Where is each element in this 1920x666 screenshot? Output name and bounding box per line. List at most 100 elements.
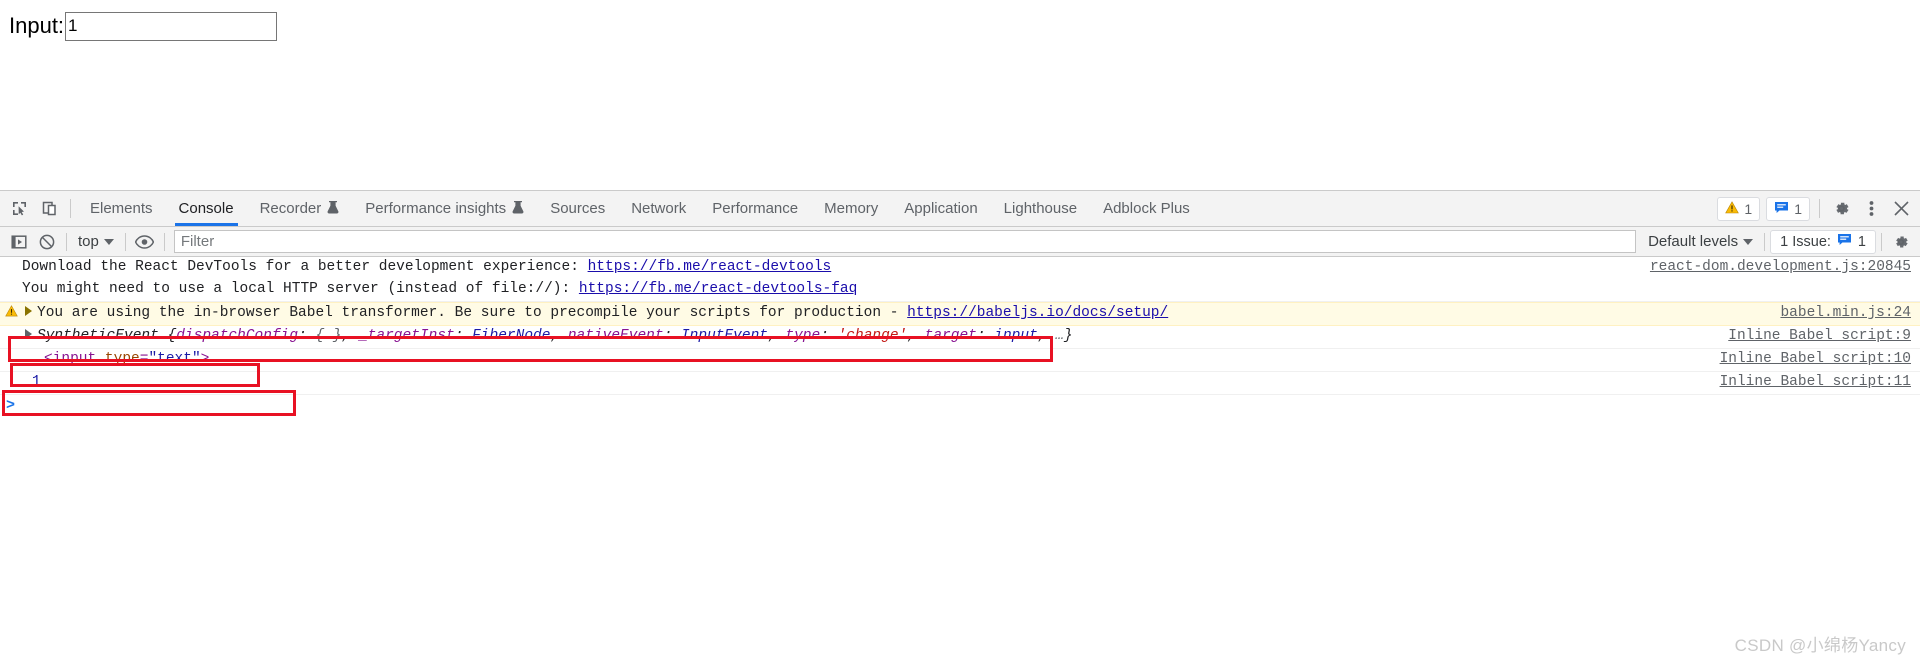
console-message-list[interactable]: Download the React DevTools for a better… — [0, 257, 1920, 664]
console-sidebar-icon[interactable] — [5, 229, 33, 255]
tab-recorder[interactable]: Recorder — [247, 191, 353, 226]
experiment-flask-icon — [512, 200, 524, 218]
console-message-local-http-server[interactable]: You might need to use a local HTTP serve… — [0, 279, 1920, 302]
tab-elements[interactable]: Elements — [77, 191, 166, 226]
info-message-icon — [1774, 201, 1789, 217]
tab-label: Adblock Plus — [1103, 200, 1190, 217]
tabbar-spacer — [1203, 191, 1715, 226]
console-message-react-devtools[interactable]: Download the React DevTools for a better… — [0, 257, 1920, 279]
logged-value: 1 — [32, 374, 41, 390]
console-message-value[interactable]: 1 Inline Babel script:11 — [0, 372, 1920, 395]
text-input[interactable] — [65, 11, 278, 41]
console-message-synthetic-event[interactable]: SyntheticEvent {dispatchConfig: {…}, _ta… — [0, 326, 1920, 349]
warning-triangle-icon — [4, 305, 18, 324]
live-expression-eye-icon[interactable] — [131, 229, 159, 255]
message-body-text: Download the React DevTools for a better… — [22, 259, 588, 275]
tab-performance-insights[interactable]: Performance insights — [352, 191, 537, 226]
message-text: You might need to use a local HTTP serve… — [22, 280, 1911, 299]
message-gutter — [0, 258, 22, 278]
prompt-arrow-icon: > — [6, 397, 16, 414]
tab-label: Sources — [550, 200, 606, 217]
tab-memory[interactable]: Memory — [811, 191, 891, 226]
device-toolbar-icon[interactable] — [34, 191, 64, 226]
object-separator: : — [298, 328, 316, 344]
node-attribute-value: "text" — [148, 351, 201, 367]
object-separator: : — [454, 328, 473, 344]
message-gutter — [0, 280, 22, 300]
chevron-down-icon — [1743, 238, 1754, 245]
inspect-element-icon[interactable] — [4, 191, 34, 226]
warning-count-button[interactable]: 1 — [1717, 197, 1761, 221]
message-link[interactable]: https://babeljs.io/docs/setup/ — [907, 305, 1168, 321]
input-form: Input: — [9, 11, 278, 41]
object-value: input — [994, 328, 1038, 344]
message-source-link[interactable]: Inline Babel script:11 — [1720, 373, 1920, 392]
message-text: 1 — [22, 373, 1720, 392]
tab-console[interactable]: Console — [166, 191, 247, 226]
tab-lighthouse[interactable]: Lighthouse — [991, 191, 1090, 226]
console-filter-input[interactable] — [173, 230, 1637, 253]
console-message-babel-warning[interactable]: You are using the in-browser Babel trans… — [0, 302, 1920, 326]
message-gutter — [0, 350, 22, 370]
toolbar-divider-5 — [1881, 232, 1882, 251]
message-link[interactable]: https://fb.me/react-devtools — [588, 259, 832, 275]
tab-adblock-plus[interactable]: Adblock Plus — [1090, 191, 1203, 226]
settings-gear-icon[interactable] — [1826, 191, 1856, 226]
message-body-text: You are using the in-browser Babel trans… — [37, 305, 908, 321]
expand-arrow-icon[interactable] — [25, 329, 32, 340]
tab-label: Recorder — [259, 200, 322, 217]
devtools-panel: Elements Console Recorder Performance in… — [0, 190, 1920, 666]
message-count: 1 — [1794, 201, 1802, 217]
tab-performance[interactable]: Performance — [699, 191, 811, 226]
message-source-link[interactable]: babel.min.js:24 — [1780, 304, 1920, 323]
node-open-bracket: < — [44, 351, 53, 367]
object-value: InputEvent — [680, 328, 768, 344]
message-gutter — [0, 327, 22, 347]
object-comma: , — [341, 328, 359, 344]
message-count-button[interactable]: 1 — [1766, 197, 1810, 221]
clear-console-icon[interactable] — [33, 229, 61, 255]
message-source-link[interactable]: Inline Babel script:10 — [1720, 350, 1920, 369]
expand-arrow-icon[interactable] — [25, 306, 32, 317]
tab-network[interactable]: Network — [618, 191, 699, 226]
object-ellipsis: … — [1055, 328, 1064, 344]
warning-triangle-icon — [1725, 201, 1740, 217]
tab-label: Network — [631, 200, 687, 217]
object-value: {…} — [315, 328, 342, 344]
console-prompt[interactable]: > — [0, 395, 1920, 416]
object-comma: , — [550, 328, 568, 344]
object-key: nativeEvent — [567, 328, 664, 344]
message-source-link[interactable]: Inline Babel script:9 — [1728, 327, 1920, 346]
execution-context-selector[interactable]: top — [72, 233, 120, 250]
object-value: FiberNode — [472, 328, 551, 344]
close-devtools-icon[interactable] — [1886, 191, 1916, 226]
message-link[interactable]: https://fb.me/react-devtools-faq — [579, 281, 857, 297]
log-levels-label: Default levels — [1648, 233, 1739, 250]
tab-label: Memory — [824, 200, 879, 217]
tab-label: Performance insights — [365, 200, 507, 217]
tab-sources[interactable]: Sources — [537, 191, 618, 226]
object-comma: , — [907, 328, 925, 344]
message-text: You are using the in-browser Babel trans… — [22, 304, 1780, 323]
node-attribute-name: type — [104, 351, 140, 367]
node-close-bracket: > — [200, 351, 210, 367]
issues-button[interactable]: 1 Issue: 1 — [1770, 229, 1876, 254]
devtools-tabbar: Elements Console Recorder Performance in… — [0, 191, 1920, 227]
experiment-flask-icon — [327, 200, 339, 218]
more-options-icon[interactable] — [1856, 191, 1886, 226]
message-gutter — [0, 373, 22, 393]
object-comma: , — [767, 328, 786, 344]
tabbar-divider-right — [1819, 199, 1820, 218]
console-message-input-node[interactable]: <input type="text"> Inline Babel script:… — [0, 349, 1920, 372]
object-separator: : — [976, 328, 995, 344]
warning-count: 1 — [1744, 201, 1753, 217]
node-space — [96, 351, 105, 367]
tab-application[interactable]: Application — [891, 191, 990, 226]
log-levels-selector[interactable]: Default levels — [1642, 233, 1759, 250]
execution-context-label: top — [78, 233, 99, 250]
message-source-link[interactable]: react-dom.development.js:20845 — [1650, 258, 1920, 277]
console-settings-gear-icon[interactable] — [1887, 229, 1915, 255]
object-separator: : — [663, 328, 681, 344]
tab-label: Performance — [712, 200, 799, 217]
issues-count: 1 — [1857, 233, 1866, 250]
